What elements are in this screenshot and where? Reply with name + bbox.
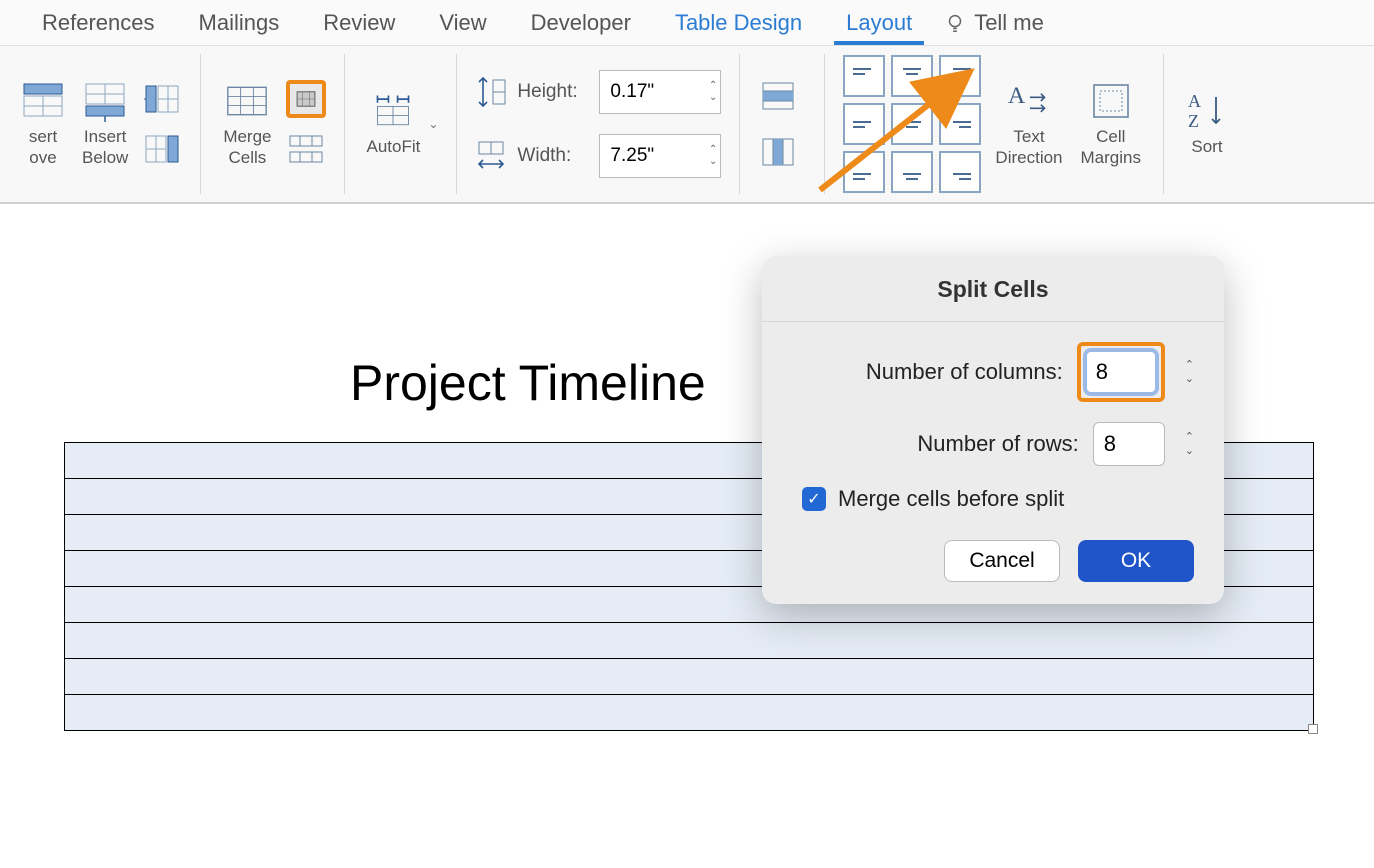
group-alignment: A Text Direction Cell Margins — [825, 54, 1164, 194]
align-top-left[interactable] — [843, 55, 885, 97]
insert-right-button[interactable] — [142, 130, 182, 168]
height-label: Height: — [517, 81, 589, 103]
alignment-grid — [843, 55, 981, 193]
cell-margins-button[interactable]: Cell Margins — [1077, 76, 1145, 173]
tab-layout[interactable]: Layout — [824, 2, 934, 44]
tab-table-design[interactable]: Table Design — [653, 2, 824, 44]
insert-left-button[interactable] — [142, 80, 182, 118]
group-autofit: AutoFit ⌄ — [345, 54, 458, 194]
merge-before-checkbox[interactable]: ✓ — [802, 487, 826, 511]
tab-developer[interactable]: Developer — [509, 2, 653, 44]
align-bot-right[interactable] — [939, 151, 981, 193]
sort-label: Sort — [1191, 136, 1222, 157]
insert-below-label: Insert Below — [82, 126, 128, 169]
insert-above-label: sert ove — [29, 126, 57, 169]
columns-spinner[interactable]: ⌃⌄ — [1185, 360, 1194, 385]
tab-references[interactable]: References — [20, 2, 177, 44]
height-spinner[interactable]: ⌃⌄ — [709, 81, 717, 103]
height-icon — [475, 74, 507, 110]
cancel-button[interactable]: Cancel — [944, 540, 1060, 582]
dialog-title: Split Cells — [762, 256, 1224, 322]
height-input[interactable] — [599, 70, 721, 114]
merge-before-label: Merge cells before split — [838, 486, 1064, 512]
tab-view[interactable]: View — [417, 2, 508, 44]
ribbon-toolbar: sert ove Insert Below Merge Cells AutoFi… — [0, 46, 1374, 204]
svg-text:A: A — [1008, 83, 1025, 109]
align-mid-right[interactable] — [939, 103, 981, 145]
width-spinner[interactable]: ⌃⌄ — [709, 145, 717, 167]
tell-me-search[interactable]: Tell me — [974, 2, 1066, 44]
insert-above-button[interactable]: sert ove — [18, 76, 68, 173]
align-mid-left[interactable] — [843, 103, 885, 145]
align-mid-center[interactable] — [891, 103, 933, 145]
width-icon — [475, 138, 507, 174]
text-direction-button[interactable]: A Text Direction — [991, 76, 1066, 173]
autofit-dropdown-icon[interactable]: ⌄ — [428, 117, 438, 131]
distribute-rows-button[interactable] — [758, 77, 798, 115]
align-top-right[interactable] — [939, 55, 981, 97]
rows-label: Number of rows: — [917, 431, 1078, 457]
ribbon-tabs: References Mailings Review View Develope… — [0, 0, 1374, 46]
columns-input[interactable] — [1085, 350, 1157, 394]
group-distribute — [740, 54, 825, 194]
ok-button[interactable]: OK — [1078, 540, 1194, 582]
svg-text:A: A — [1188, 91, 1201, 111]
split-table-button[interactable] — [286, 130, 326, 168]
tab-review[interactable]: Review — [301, 2, 417, 44]
bulb-icon — [944, 12, 966, 34]
sort-button[interactable]: AZ Sort — [1182, 86, 1232, 161]
autofit-button[interactable]: AutoFit — [363, 86, 425, 161]
rows-spinner[interactable]: ⌃⌄ — [1185, 432, 1194, 457]
align-top-center[interactable] — [891, 55, 933, 97]
group-cell-size: Height: ⌃⌄ Width: ⌃⌄ — [457, 54, 740, 194]
cell-margins-label: Cell Margins — [1081, 126, 1141, 169]
text-direction-label: Text Direction — [995, 126, 1062, 169]
split-cells-dialog: Split Cells Number of columns: ⌃⌄ Number… — [762, 256, 1224, 604]
merge-cells-label: Merge Cells — [223, 126, 271, 169]
group-rows-cols: sert ove Insert Below — [0, 54, 201, 194]
width-label: Width: — [517, 145, 589, 167]
tab-mailings[interactable]: Mailings — [177, 2, 302, 44]
table-resize-handle[interactable] — [1308, 724, 1318, 734]
group-merge: Merge Cells — [201, 54, 344, 194]
align-bot-left[interactable] — [843, 151, 885, 193]
rows-input[interactable] — [1093, 422, 1165, 466]
insert-below-button[interactable]: Insert Below — [78, 76, 132, 173]
align-bot-center[interactable] — [891, 151, 933, 193]
autofit-label: AutoFit — [367, 136, 421, 157]
svg-text:Z: Z — [1188, 111, 1199, 131]
merge-cells-button[interactable]: Merge Cells — [219, 76, 275, 173]
distribute-cols-button[interactable] — [758, 133, 798, 171]
split-cells-button[interactable] — [286, 80, 326, 118]
group-sort: AZ Sort — [1164, 54, 1250, 194]
width-input[interactable] — [599, 134, 721, 178]
columns-label: Number of columns: — [866, 359, 1063, 385]
